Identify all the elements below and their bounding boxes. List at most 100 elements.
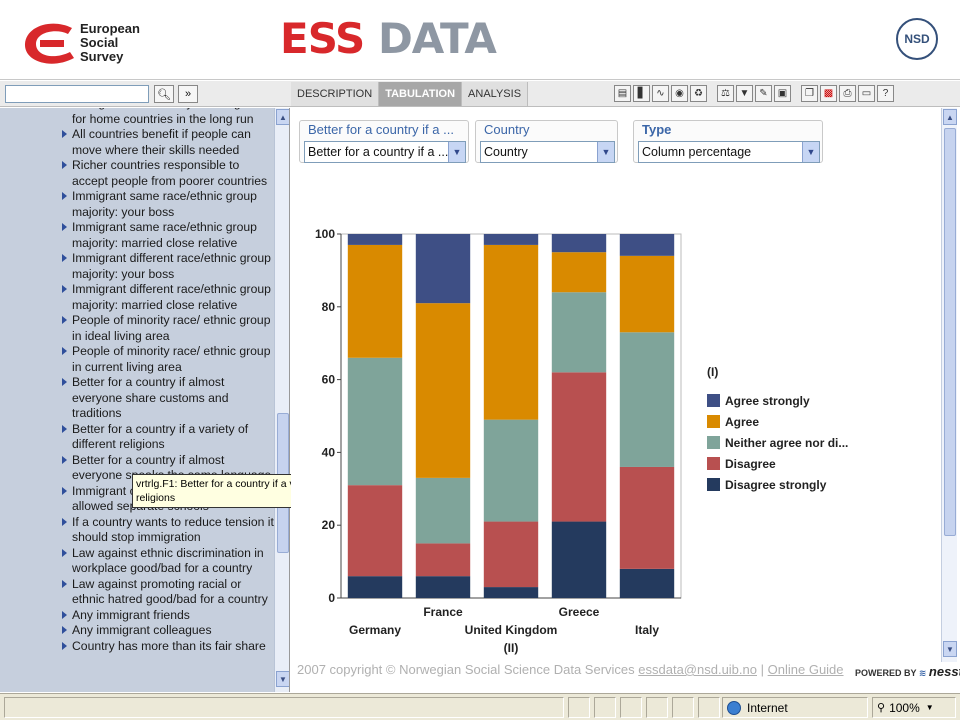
legend-entry: Disagree strongly xyxy=(725,478,827,492)
main-scrollbar[interactable]: ▲ ▼ xyxy=(941,108,957,662)
nesstar-swirl-icon: ≋ xyxy=(918,668,927,678)
find-button[interactable]: 🔍︎ xyxy=(154,85,174,103)
expand-arrow-icon xyxy=(62,424,67,433)
legend-swatch xyxy=(707,394,720,407)
bar-segment xyxy=(415,234,471,304)
legend-entry: Agree xyxy=(725,415,759,429)
row-variable-dropdown[interactable]: Better for a country if a ... ▼ xyxy=(304,141,466,163)
scroll-up-icon[interactable]: ▲ xyxy=(276,109,289,125)
tab-tabulation[interactable]: TABULATION xyxy=(379,82,463,106)
site-header: European Social Survey ESS DATA NSD xyxy=(0,0,960,80)
chevron-down-icon: ▼ xyxy=(448,142,465,162)
y-tick-label: 100 xyxy=(315,227,335,241)
tab-description[interactable]: DESCRIPTION xyxy=(291,82,380,106)
search-input[interactable] xyxy=(5,85,149,103)
scroll-up-icon[interactable]: ▲ xyxy=(943,109,957,125)
type-dropdown[interactable]: Column percentage ▼ xyxy=(638,141,820,163)
logo-line-2: Social xyxy=(80,35,119,50)
list-item[interactable]: Better for a country if a variety of dif… xyxy=(0,422,274,453)
y-tick-label: 80 xyxy=(322,300,336,314)
list-item[interactable]: If a country wants to reduce tension it … xyxy=(0,515,274,546)
tab-analysis[interactable]: ANALYSIS xyxy=(462,82,529,106)
pdf-icon[interactable]: ▩ xyxy=(820,85,837,102)
expand-arrow-icon xyxy=(62,517,67,526)
table-view-icon[interactable]: ▤ xyxy=(614,85,631,102)
expand-arrow-icon xyxy=(62,130,67,138)
list-item[interactable]: Richer countries responsible to accept p… xyxy=(0,158,274,189)
bar-segment xyxy=(551,372,607,522)
email-link[interactable]: essdata@nsd.uib.no xyxy=(638,662,757,677)
weight-icon[interactable]: ⚖ xyxy=(717,85,734,102)
list-item[interactable]: Immigration to country bad or good for h… xyxy=(0,108,274,127)
line-chart-icon[interactable]: ∿ xyxy=(652,85,669,102)
folder-icon[interactable]: ▭ xyxy=(858,85,875,102)
expand-arrow-icon xyxy=(62,610,67,619)
expand-arrow-icon xyxy=(62,347,67,355)
list-item[interactable]: Better for a country if almost everyone … xyxy=(0,375,274,422)
list-item[interactable]: All countries benefit if people can move… xyxy=(0,127,274,158)
list-item[interactable]: Any immigrant colleagues xyxy=(0,623,274,639)
title-ess: ESS xyxy=(280,14,365,63)
main-scroll-thumb[interactable] xyxy=(944,128,956,536)
nesstar-label: nesstar xyxy=(928,664,960,679)
status-message xyxy=(4,697,564,718)
recycle-icon[interactable]: ♻ xyxy=(690,85,707,102)
tool-icon-bar: ▤ ▋ ∿ ◉ ♻ ⚖ ▼ ✎ ▣ ❐ ▩ ⎙ ▭ ? xyxy=(614,85,894,103)
expand-arrow-icon xyxy=(62,192,67,200)
expand-arrow-icon xyxy=(62,579,67,588)
expand-arrow-icon xyxy=(62,626,67,634)
list-item[interactable]: Law against promoting racial or ethnic h… xyxy=(0,577,274,608)
help-icon[interactable]: ? xyxy=(877,85,894,102)
list-item[interactable]: Immigrant different race/ethnic group ma… xyxy=(0,282,274,313)
footer-separator: | xyxy=(760,662,765,677)
zoom-control[interactable]: ⚲ 100% ▼ xyxy=(872,697,956,718)
powered-by-nesstar[interactable]: POWERED BY ≋ nesstar xyxy=(855,664,960,679)
list-item[interactable]: Country has more than its fair share xyxy=(0,639,274,655)
chevron-down-icon: ▼ xyxy=(802,142,819,162)
online-guide-link[interactable]: Online Guide xyxy=(768,662,844,677)
y-tick-label: 60 xyxy=(322,373,336,387)
bar-segment xyxy=(347,576,403,598)
column-variable-dropdown[interactable]: Country ▼ xyxy=(480,141,615,163)
legend-entry: Neither agree nor di... xyxy=(725,436,848,450)
bar-segment xyxy=(483,234,539,245)
print-icon[interactable]: ⎙ xyxy=(839,85,856,102)
type-label: Type xyxy=(642,122,672,137)
european-social-survey-logo[interactable]: European Social Survey xyxy=(22,20,162,68)
list-item[interactable]: Any immigrant friends xyxy=(0,608,274,624)
save-icon[interactable]: ▣ xyxy=(774,85,791,102)
legend-swatch xyxy=(707,415,720,428)
go-button[interactable]: » xyxy=(178,85,198,103)
expand-arrow-icon xyxy=(62,316,67,324)
browser-window: European Social Survey ESS DATA NSD 🔍︎ »… xyxy=(0,0,960,720)
list-item[interactable]: Immigrant different race/ethnic group ma… xyxy=(0,251,274,282)
list-item[interactable]: Immigrant same race/ethnic group majorit… xyxy=(0,189,274,220)
column-variable-selector: Country Country ▼ xyxy=(475,120,618,163)
list-item[interactable]: People of minority race/ ethnic group in… xyxy=(0,313,274,344)
bar-segment xyxy=(483,244,539,420)
bar-segment xyxy=(619,234,675,256)
list-item[interactable]: People of minority race/ ethnic group in… xyxy=(0,344,274,375)
scroll-down-icon[interactable]: ▼ xyxy=(943,641,957,657)
list-item[interactable]: Immigrant same race/ethnic group majorit… xyxy=(0,220,274,251)
y-tick-label: 20 xyxy=(322,518,336,532)
edit-icon[interactable]: ✎ xyxy=(755,85,772,102)
stacked-bar-chart: 0 20 40 60 80 100 Germany FranceUnited KingdomG… xyxy=(315,227,848,655)
copy-icon[interactable]: ❐ xyxy=(801,85,818,102)
type-selector: Type Column percentage ▼ xyxy=(633,120,823,163)
bar-chart-icon[interactable]: ▋ xyxy=(633,85,650,102)
scroll-down-icon[interactable]: ▼ xyxy=(276,671,289,687)
column-variable-label: Country xyxy=(484,122,530,137)
map-icon[interactable]: ◉ xyxy=(671,85,688,102)
nsd-logo[interactable]: NSD xyxy=(896,18,938,60)
sidebar-scrollbar[interactable]: ▲ ▼ xyxy=(274,108,289,692)
bar-segment xyxy=(415,303,471,478)
legend-swatch xyxy=(707,457,720,470)
footer: 2007 copyright © Norwegian Social Scienc… xyxy=(297,662,844,677)
filter-icon[interactable]: ▼ xyxy=(736,85,753,102)
variable-list: Immigration to country bad or good for h… xyxy=(0,108,274,692)
bar-segment xyxy=(483,419,539,522)
x-tick-label: France xyxy=(423,605,463,619)
list-item[interactable]: Law against ethnic discrimination in wor… xyxy=(0,546,274,577)
bar-segment xyxy=(551,292,607,373)
